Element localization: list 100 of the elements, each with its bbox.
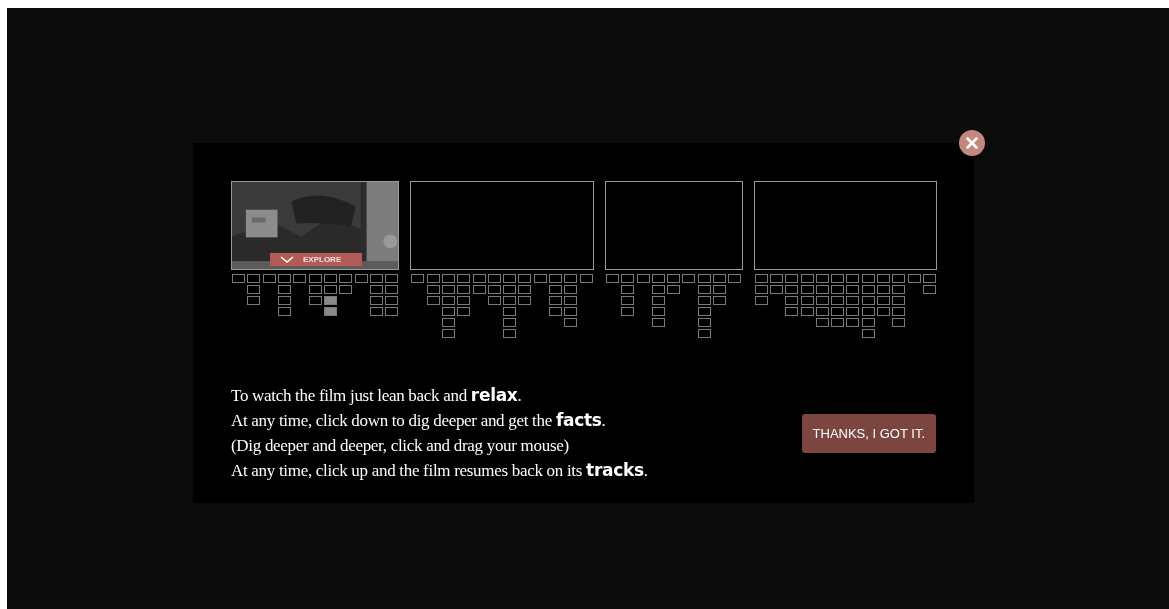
segment-marker[interactable] [621,274,635,283]
segment-marker[interactable] [861,329,875,338]
segment-marker[interactable] [442,307,455,316]
segment-marker[interactable] [369,285,383,294]
segment-marker[interactable] [487,285,501,294]
segment-marker[interactable] [457,296,471,305]
segment-marker[interactable] [785,307,799,316]
segment-marker[interactable] [697,318,711,327]
segment-marker[interactable] [754,296,768,305]
segment-marker[interactable] [754,285,768,294]
segment-marker[interactable] [892,318,906,327]
segment-marker[interactable] [442,318,455,327]
segment-marker[interactable] [846,296,860,305]
segment-marker[interactable] [354,274,368,283]
segment-marker[interactable] [503,285,517,294]
segment-marker[interactable] [503,318,517,327]
segment-marker[interactable] [426,274,440,283]
segment-marker[interactable] [846,274,860,283]
segment-marker[interactable] [533,274,547,283]
segment-marker[interactable] [262,274,276,283]
segment-marker[interactable] [728,274,742,283]
segment-marker[interactable] [800,307,814,316]
segment-marker[interactable] [549,285,563,294]
segment-marker[interactable] [308,285,322,294]
segment-marker[interactable] [682,274,696,283]
segment-marker[interactable] [503,307,517,316]
segment-marker[interactable] [278,296,292,305]
segment-marker[interactable] [697,296,711,305]
segment-marker[interactable] [385,285,399,294]
segment-marker[interactable] [564,296,578,305]
segment-marker[interactable] [815,285,829,294]
segment-marker[interactable] [369,274,383,283]
segment-marker[interactable] [713,274,727,283]
segment-marker[interactable] [278,307,292,316]
segment-marker[interactable] [892,285,906,294]
segment-marker[interactable] [549,274,563,283]
segment-marker[interactable] [487,296,501,305]
segment-marker[interactable] [369,296,383,305]
segment-marker[interactable] [922,274,936,283]
segment-marker[interactable] [564,274,578,283]
segment-marker[interactable] [323,274,337,283]
segment-marker[interactable] [457,285,471,294]
segment-marker[interactable] [442,285,455,294]
segment-marker[interactable] [815,307,829,316]
segment-marker[interactable] [831,318,845,327]
segment-marker[interactable] [247,274,261,283]
segment-marker[interactable] [579,274,593,283]
chapter-thumbnail[interactable] [604,181,743,270]
segment-marker[interactable] [472,285,486,294]
segment-marker[interactable] [247,296,261,305]
segment-marker[interactable] [667,274,681,283]
segment-marker[interactable] [232,274,246,283]
segment-marker[interactable] [877,296,890,305]
segment-marker[interactable] [697,329,711,338]
segment-marker[interactable] [564,318,578,327]
segment-marker[interactable] [518,285,532,294]
segment-marker[interactable] [457,307,471,316]
segment-marker[interactable] [621,307,635,316]
segment-marker[interactable] [549,296,563,305]
segment-marker[interactable] [426,296,440,305]
segment-marker[interactable] [892,274,906,283]
segment-marker[interactable] [815,318,829,327]
segment-marker[interactable] [442,296,455,305]
segment-marker[interactable] [697,285,711,294]
segment-marker[interactable] [831,296,845,305]
segment-marker[interactable] [323,296,337,305]
segment-marker[interactable] [651,296,665,305]
segment-marker[interactable] [769,274,783,283]
segment-marker[interactable] [385,296,399,305]
segment-marker[interactable] [907,274,921,283]
segment-marker[interactable] [518,296,532,305]
segment-marker[interactable] [846,318,860,327]
segment-marker[interactable] [323,307,337,316]
segment-marker[interactable] [651,274,665,283]
segment-marker[interactable] [621,285,635,294]
segment-marker[interactable] [518,274,532,283]
segment-marker[interactable] [564,307,578,316]
segment-marker[interactable] [426,285,440,294]
segment-marker[interactable] [369,307,383,316]
segment-marker[interactable] [831,307,845,316]
segment-marker[interactable] [785,296,799,305]
segment-marker[interactable] [713,296,727,305]
segment-marker[interactable] [846,285,860,294]
segment-marker[interactable] [564,285,578,294]
segment-marker[interactable] [861,274,875,283]
segment-marker[interactable] [800,274,814,283]
segment-marker[interactable] [278,274,292,283]
segment-marker[interactable] [293,274,307,283]
segment-marker[interactable] [892,307,906,316]
thanks-button[interactable]: THANKS, I GOT IT. [801,413,936,453]
segment-marker[interactable] [697,307,711,316]
segment-marker[interactable] [877,285,890,294]
segment-marker[interactable] [247,285,261,294]
segment-marker[interactable] [815,296,829,305]
segment-marker[interactable] [815,274,829,283]
segment-marker[interactable] [651,318,665,327]
chapter-thumbnail[interactable] [410,181,594,270]
segment-marker[interactable] [667,285,681,294]
segment-marker[interactable] [472,274,486,283]
segment-marker[interactable] [308,296,322,305]
